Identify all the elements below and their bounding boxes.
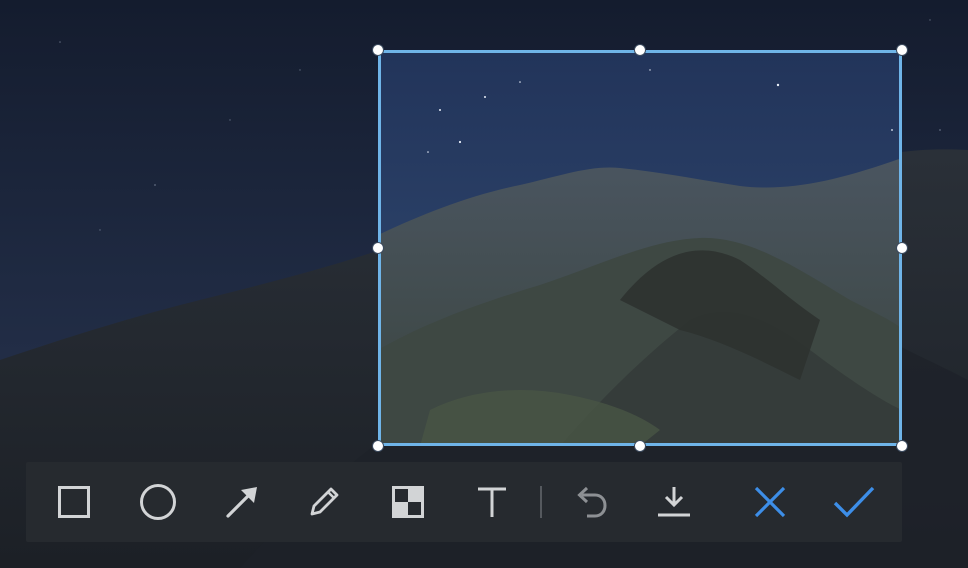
checkmark-icon (833, 486, 875, 518)
rectangle-tool-button[interactable] (48, 476, 100, 528)
annotation-toolbar (26, 462, 902, 542)
cancel-button[interactable] (744, 476, 796, 528)
mosaic-icon (392, 486, 424, 518)
undo-icon (577, 486, 607, 518)
ellipse-tool-button[interactable] (132, 476, 184, 528)
resize-handle-bottom-right[interactable] (896, 440, 908, 452)
arrow-tool-button[interactable] (216, 476, 268, 528)
resize-handle-top-center[interactable] (634, 44, 646, 56)
download-icon (658, 487, 690, 517)
resize-handle-bottom-left[interactable] (372, 440, 384, 452)
square-outline-icon (58, 486, 90, 518)
text-t-icon (478, 487, 506, 517)
resize-handle-bottom-center[interactable] (634, 440, 646, 452)
resize-handle-middle-right[interactable] (896, 242, 908, 254)
arrow-diagonal-icon (226, 487, 257, 518)
confirm-button[interactable] (828, 476, 880, 528)
text-tool-button[interactable] (466, 476, 518, 528)
capture-selection-frame[interactable] (378, 50, 902, 446)
mosaic-tool-button[interactable] (382, 476, 434, 528)
resize-handle-middle-left[interactable] (372, 242, 384, 254)
screenshot-capture-overlay (0, 0, 968, 568)
circle-outline-icon (140, 484, 176, 520)
resize-handle-top-right[interactable] (896, 44, 908, 56)
resize-handle-top-left[interactable] (372, 44, 384, 56)
pencil-icon (310, 487, 339, 516)
close-icon (754, 486, 786, 518)
pen-tool-button[interactable] (298, 476, 350, 528)
undo-button[interactable] (564, 476, 616, 528)
toolbar-divider (540, 486, 542, 518)
download-button[interactable] (648, 476, 700, 528)
